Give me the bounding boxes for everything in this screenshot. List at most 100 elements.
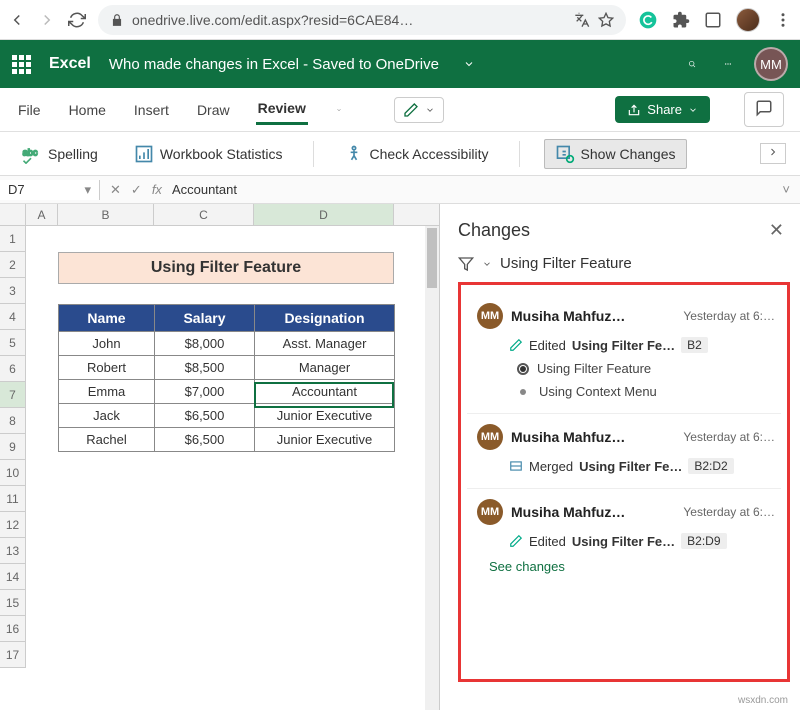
cell[interactable]: Rachel xyxy=(59,428,155,452)
show-changes-button[interactable]: Show Changes xyxy=(544,139,687,169)
cell[interactable]: Robert xyxy=(59,356,155,380)
cell[interactable]: $6,500 xyxy=(155,428,255,452)
change-card[interactable]: MM Musiha Mahfuz… Yesterday at 6:… Merge… xyxy=(467,414,781,489)
row-header[interactable]: 1 xyxy=(0,226,26,252)
row-headers: 1 2 3 4 5 6 7 8 9 10 11 12 13 14 15 16 1… xyxy=(0,226,26,668)
comments-button[interactable] xyxy=(744,92,784,127)
row-header[interactable]: 3 xyxy=(0,278,26,304)
change-card[interactable]: MM Musiha Mahfuz… Yesterday at 6:… Edite… xyxy=(467,489,781,588)
sheet-title-cell[interactable]: Using Filter Feature xyxy=(58,252,394,284)
app-launcher-icon[interactable] xyxy=(12,55,31,74)
bookmarks-icon[interactable] xyxy=(704,11,722,29)
extensions-icon[interactable] xyxy=(672,11,690,29)
spelling-button[interactable]: abc Spelling xyxy=(14,140,104,168)
change-card[interactable]: MM Musiha Mahfuz… Yesterday at 6:… Edite… xyxy=(467,293,781,414)
row-header[interactable]: 6 xyxy=(0,356,26,382)
ribbon-review: abc Spelling Workbook Statistics Check A… xyxy=(0,132,800,176)
row-header[interactable]: 17 xyxy=(0,642,26,668)
col-header[interactable]: A xyxy=(26,204,58,225)
author-name: Musiha Mahfuz… xyxy=(511,308,675,324)
grammarly-icon[interactable] xyxy=(638,10,658,30)
chevron-down-icon[interactable] xyxy=(463,58,475,70)
close-icon[interactable]: ✕ xyxy=(769,220,784,241)
cell[interactable]: $8,500 xyxy=(155,356,255,380)
col-header[interactable]: C xyxy=(154,204,254,225)
row-header[interactable]: 9 xyxy=(0,434,26,460)
browser-toolbar: onedrive.live.com/edit.aspx?resid=6CAE84… xyxy=(0,0,800,40)
cell[interactable]: Emma xyxy=(59,380,155,404)
see-changes-link[interactable]: See changes xyxy=(489,559,775,574)
cell-ref: B2:D9 xyxy=(681,533,726,549)
row-header[interactable]: 15 xyxy=(0,590,26,616)
search-icon[interactable] xyxy=(682,54,702,74)
row-header[interactable]: 11 xyxy=(0,486,26,512)
tab-draw[interactable]: Draw xyxy=(195,96,232,124)
more-icon[interactable] xyxy=(718,54,738,74)
document-title[interactable]: Who made changes in Excel - Saved to One… xyxy=(109,56,439,73)
worksheet[interactable]: A B C D 1 2 3 4 5 6 7 8 9 10 11 12 13 14… xyxy=(0,204,440,710)
tab-file[interactable]: File xyxy=(16,96,43,124)
row-header[interactable]: 10 xyxy=(0,460,26,486)
change-action: Edited xyxy=(529,338,566,353)
author-avatar: MM xyxy=(477,424,503,450)
vertical-scrollbar[interactable] xyxy=(425,226,439,710)
filter-row[interactable]: Using Filter Feature xyxy=(458,251,790,282)
cell-grid[interactable]: Using Filter Feature Name Salary Designa… xyxy=(26,226,439,668)
filter-label: Using Filter Feature xyxy=(500,255,632,272)
cell[interactable]: Accountant xyxy=(255,380,395,404)
fx-icon[interactable]: fx xyxy=(152,182,162,197)
row-header[interactable]: 13 xyxy=(0,538,26,564)
cell[interactable]: Junior Executive xyxy=(255,428,395,452)
tab-review[interactable]: Review xyxy=(256,94,308,125)
confirm-icon[interactable]: ✓ xyxy=(131,182,142,198)
forward-icon[interactable] xyxy=(38,11,56,29)
formula-input[interactable]: Accountant xyxy=(172,182,237,197)
menu-dots-icon[interactable] xyxy=(774,11,792,29)
name-box[interactable]: D7 ▾ xyxy=(0,180,100,200)
row-header[interactable]: 5 xyxy=(0,330,26,356)
address-bar[interactable]: onedrive.live.com/edit.aspx?resid=6CAE84… xyxy=(98,5,626,35)
accessibility-button[interactable]: Check Accessibility xyxy=(338,140,495,168)
show-changes-label: Show Changes xyxy=(581,146,676,162)
star-icon[interactable] xyxy=(598,12,614,28)
translate-icon[interactable] xyxy=(574,12,590,28)
col-header[interactable]: D xyxy=(254,204,394,225)
row-header[interactable]: 12 xyxy=(0,512,26,538)
cell[interactable]: Jack xyxy=(59,404,155,428)
formula-expand-icon[interactable]: ˅ xyxy=(782,182,790,197)
table-header[interactable]: Name xyxy=(59,305,155,332)
select-all-corner[interactable] xyxy=(0,204,26,225)
tab-insert[interactable]: Insert xyxy=(132,96,171,124)
share-button[interactable]: Share xyxy=(615,96,710,123)
back-icon[interactable] xyxy=(8,11,26,29)
cell[interactable]: John xyxy=(59,332,155,356)
row-header[interactable]: 7 xyxy=(0,382,26,408)
accessibility-label: Check Accessibility xyxy=(370,146,489,162)
row-header[interactable]: 2 xyxy=(0,252,26,278)
cell[interactable]: Asst. Manager xyxy=(255,332,395,356)
row-header[interactable]: 8 xyxy=(0,408,26,434)
table-header[interactable]: Designation xyxy=(255,305,395,332)
user-avatar[interactable]: MM xyxy=(754,47,788,81)
table-header[interactable]: Salary xyxy=(155,305,255,332)
cell[interactable]: Manager xyxy=(255,356,395,380)
cell[interactable]: $8,000 xyxy=(155,332,255,356)
tabs-overflow-icon[interactable] xyxy=(332,103,346,117)
row-header[interactable]: 4 xyxy=(0,304,26,330)
ribbon-overflow-button[interactable] xyxy=(760,143,786,164)
tab-home[interactable]: Home xyxy=(67,96,108,124)
change-option[interactable]: Using Filter Feature xyxy=(517,361,775,376)
stats-button[interactable]: Workbook Statistics xyxy=(128,140,289,168)
row-header[interactable]: 16 xyxy=(0,616,26,642)
chevron-down-icon xyxy=(482,259,492,269)
change-option[interactable]: Using Context Menu xyxy=(517,384,775,399)
cancel-icon[interactable]: ✕ xyxy=(110,182,121,198)
profile-avatar[interactable] xyxy=(736,8,760,32)
cell[interactable]: $7,000 xyxy=(155,380,255,404)
reload-icon[interactable] xyxy=(68,11,86,29)
cell[interactable]: $6,500 xyxy=(155,404,255,428)
cell[interactable]: Junior Executive xyxy=(255,404,395,428)
row-header[interactable]: 14 xyxy=(0,564,26,590)
col-header[interactable]: B xyxy=(58,204,154,225)
editing-mode-button[interactable] xyxy=(394,97,444,123)
